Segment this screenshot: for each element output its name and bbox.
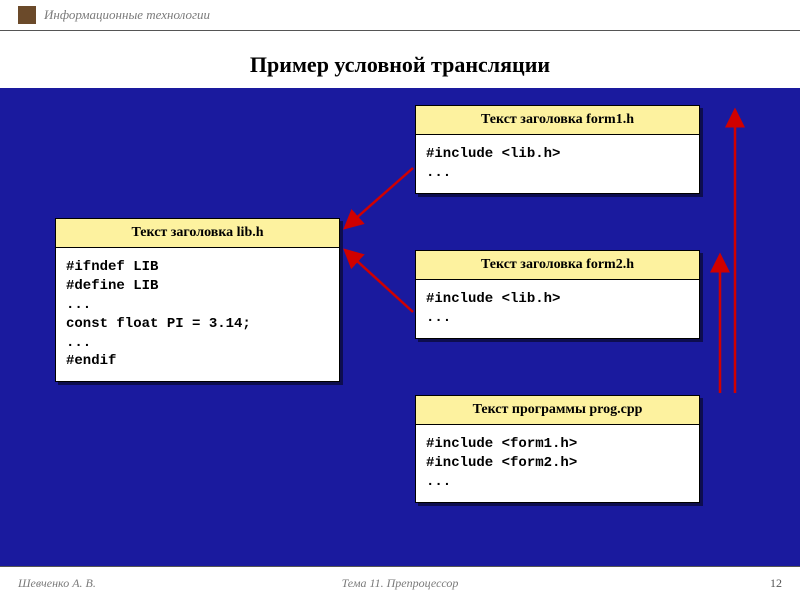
box-form2: Текст заголовка form2.h #include <lib.h>…	[415, 250, 700, 339]
box-form2-header: Текст заголовка form2.h	[416, 251, 699, 280]
arrow-form2-to-lib	[345, 250, 413, 312]
footer-topic: Тема 11. Препроцессор	[342, 576, 459, 591]
page-header: Информационные технологии	[0, 0, 800, 30]
box-form2-code: #include <lib.h> ...	[416, 280, 699, 338]
box-prog-header: Текст программы prog.cpp	[416, 396, 699, 425]
footer-page: 12	[770, 576, 782, 591]
box-form1: Текст заголовка form1.h #include <lib.h>…	[415, 105, 700, 194]
box-prog: Текст программы prog.cpp #include <form1…	[415, 395, 700, 503]
page-footer: Шевченко А. В. Тема 11. Препроцессор 12	[0, 566, 800, 600]
box-form1-code: #include <lib.h> ...	[416, 135, 699, 193]
brick-icon	[18, 6, 36, 24]
footer-author: Шевченко А. В.	[18, 576, 96, 591]
box-form1-header: Текст заголовка form1.h	[416, 106, 699, 135]
slide-title: Пример условной трансляции	[0, 48, 800, 86]
arrow-form1-to-lib	[345, 168, 413, 228]
header-divider	[0, 30, 800, 31]
box-prog-code: #include <form1.h> #include <form2.h> ..…	[416, 425, 699, 502]
header-subject: Информационные технологии	[44, 7, 210, 23]
box-lib-header: Текст заголовка lib.h	[56, 219, 339, 248]
box-lib-code: #ifndef LIB #define LIB ... const float …	[56, 248, 339, 381]
slide-area: Пример условной трансляции Текст заголов…	[0, 40, 800, 566]
box-lib: Текст заголовка lib.h #ifndef LIB #defin…	[55, 218, 340, 382]
